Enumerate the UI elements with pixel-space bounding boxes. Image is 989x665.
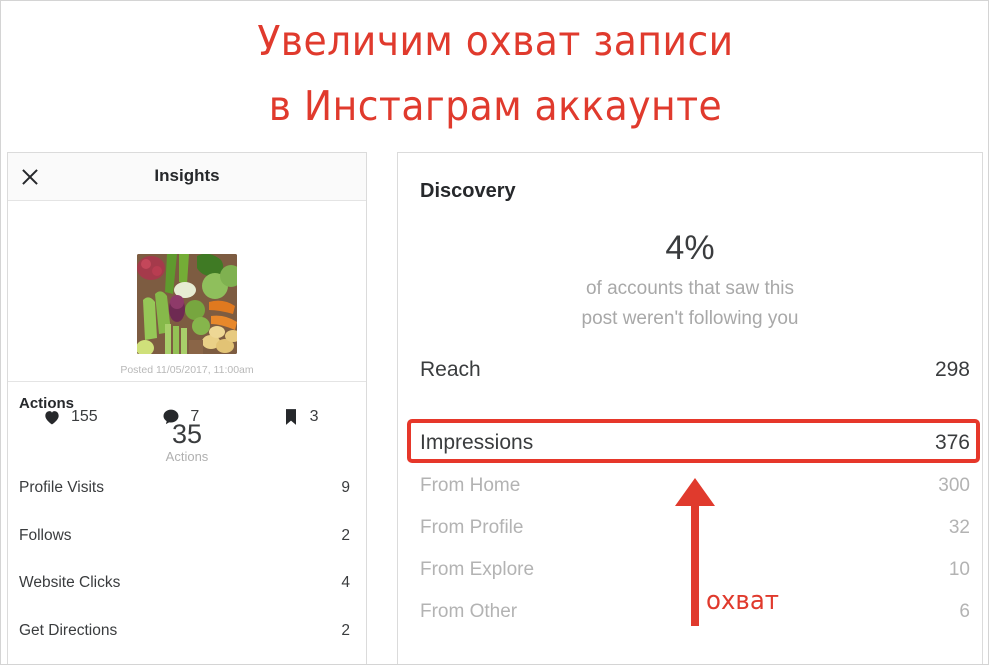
actions-total: 35 <box>171 419 203 449</box>
discovery-row-impressions[interactable]: Impressions 376 <box>420 431 970 455</box>
discovery-value: 32 <box>948 517 970 538</box>
action-row-profile-visits[interactable]: Profile Visits 9 <box>8 464 366 512</box>
discovery-percent-note-line1: of accounts that saw this <box>585 278 795 299</box>
actions-total-label: Actions <box>165 449 209 465</box>
actions-section: Actions 35 Actions Profile Visits 9 Foll… <box>8 382 366 654</box>
action-label: Follows <box>19 526 72 544</box>
discovery-value: 376 <box>934 431 970 454</box>
action-value: 4 <box>341 574 350 592</box>
action-value: 9 <box>341 479 350 497</box>
action-value: 2 <box>341 621 350 639</box>
action-row-get-directions[interactable]: Get Directions 2 <box>8 607 366 655</box>
banner: Увеличим охват записи в Инстаграм аккаун… <box>1 1 988 151</box>
discovery-value: 300 <box>938 475 970 496</box>
discovery-percent-note: of accounts that saw this post weren't f… <box>398 274 982 334</box>
discovery-percent-note-line2: post weren't following you <box>581 308 799 329</box>
annotation-label: охват <box>706 586 780 616</box>
action-row-website-clicks[interactable]: Website Clicks 4 <box>8 559 366 607</box>
insights-title: Insights <box>154 166 220 185</box>
screenshot-canvas: Увеличим охват записи в Инстаграм аккаун… <box>0 0 989 665</box>
post-timestamp: Posted 11/05/2017, 11:00am <box>120 364 254 376</box>
post-thumbnail[interactable] <box>137 254 237 354</box>
action-label: Website Clicks <box>19 574 121 592</box>
actions-heading: Actions <box>19 395 75 412</box>
discovery-value: 298 <box>934 358 970 381</box>
discovery-label: Impressions <box>420 431 534 454</box>
discovery-label: From Profile <box>420 517 524 538</box>
vegetables-photo-icon <box>137 254 237 354</box>
discovery-value: 6 <box>959 601 970 622</box>
discovery-heading: Discovery <box>420 180 516 202</box>
insights-header: Insights <box>8 153 366 201</box>
insights-panel: Insights Posted 11/05/2017, 11:00am 155 … <box>7 152 367 664</box>
discovery-percent: 4% <box>665 229 715 267</box>
discovery-label: From Home <box>420 475 521 496</box>
discovery-label: Reach <box>420 358 481 381</box>
discovery-row-reach[interactable]: Reach 298 <box>420 358 970 382</box>
banner-line-2: в Инстаграм аккаунте <box>268 82 723 130</box>
action-row-follows[interactable]: Follows 2 <box>8 512 366 560</box>
discovery-label: From Other <box>420 601 518 622</box>
action-label: Profile Visits <box>19 479 104 497</box>
action-value: 2 <box>341 526 350 544</box>
action-label: Get Directions <box>19 621 118 639</box>
banner-line-1: Увеличим охват записи <box>257 17 734 65</box>
discovery-value: 10 <box>948 559 970 580</box>
discovery-label: From Explore <box>420 559 535 580</box>
post-preview: Posted 11/05/2017, 11:00am 155 7 3 <box>8 201 366 425</box>
